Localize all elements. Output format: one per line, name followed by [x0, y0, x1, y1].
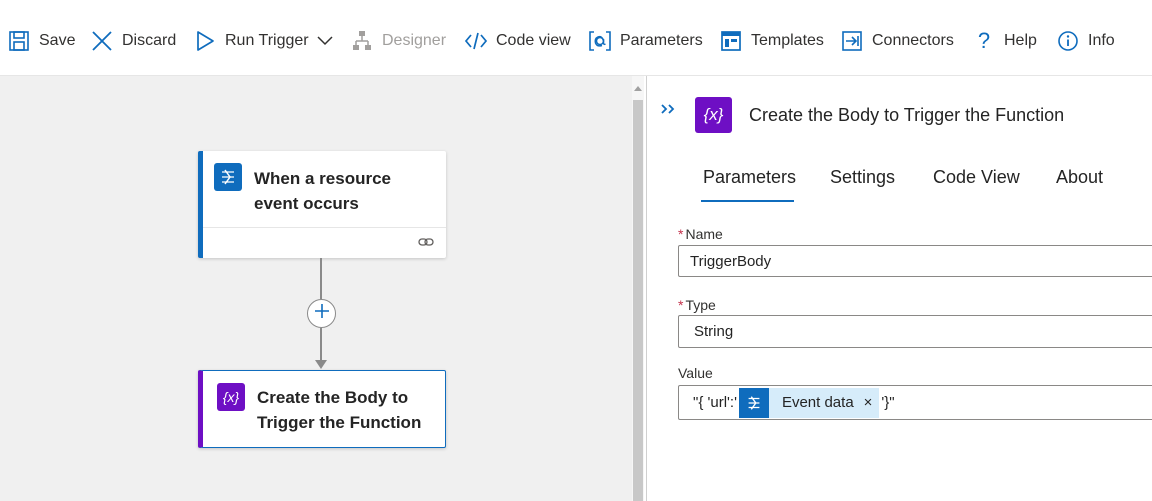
- value-field-label: Value: [678, 365, 713, 381]
- panel-variable-icon: {x}: [695, 97, 732, 133]
- toolbar: Save Discard Run Trigger Designer Code v…: [0, 0, 1152, 76]
- help-button[interactable]: ? Help: [972, 26, 1037, 56]
- link-icon: [418, 235, 434, 253]
- insert-step-button[interactable]: [307, 299, 336, 328]
- templates-label: Templates: [751, 32, 824, 49]
- chevron-down-icon: [317, 36, 333, 46]
- name-field-label: * Name: [678, 226, 723, 242]
- active-tab-indicator: [701, 200, 794, 202]
- panel-title: Create the Body to Trigger the Function: [749, 105, 1065, 125]
- value-field[interactable]: "{ 'url':' Event data × '}": [678, 385, 1152, 420]
- action-card-title-line1: Create the Body to: [257, 388, 409, 407]
- save-icon: [7, 29, 31, 53]
- action-card-title-line2: Trigger the Function: [257, 413, 422, 432]
- type-dropdown[interactable]: String: [678, 315, 1152, 348]
- close-icon: [90, 29, 114, 53]
- templates-button[interactable]: Templates: [719, 26, 824, 56]
- token-label: Event data: [781, 394, 854, 411]
- code-icon: [464, 29, 488, 53]
- parameters-button[interactable]: Parameters: [588, 26, 703, 56]
- save-label: Save: [39, 32, 76, 49]
- designer-label: Designer: [382, 32, 447, 49]
- name-label-text: Name: [685, 226, 723, 242]
- code-view-button[interactable]: Code view: [464, 26, 571, 56]
- variable-icon-glyph: {x}: [222, 389, 240, 405]
- trigger-card[interactable]: When a resource event occurs: [198, 151, 446, 258]
- tab-code-view[interactable]: Code View: [933, 167, 1020, 188]
- discard-button[interactable]: Discard: [90, 26, 176, 56]
- connector-line-top: [320, 258, 322, 299]
- required-marker: *: [678, 297, 684, 313]
- action-card[interactable]: {x} Create the Body to Trigger the Funct…: [198, 370, 446, 448]
- code-view-label: Code view: [496, 32, 571, 49]
- remove-token-button[interactable]: ×: [864, 394, 880, 411]
- name-field[interactable]: TriggerBody: [678, 245, 1152, 277]
- info-button[interactable]: Info: [1056, 26, 1115, 56]
- type-field-label: * Type: [678, 297, 716, 313]
- value-suffix-text: '}": [881, 394, 895, 411]
- name-field-value: TriggerBody: [690, 252, 772, 270]
- trigger-card-title-line1: When a resource: [254, 169, 391, 188]
- play-icon: [193, 29, 217, 53]
- type-label-text: Type: [685, 297, 716, 313]
- trigger-card-footer-divider: [203, 227, 446, 228]
- value-label-text: Value: [678, 365, 713, 381]
- scroll-up-arrow[interactable]: [634, 86, 642, 91]
- variable-icon: {x}: [217, 383, 245, 411]
- event-data-token[interactable]: Event data ×: [738, 387, 880, 418]
- help-icon: ?: [977, 28, 991, 53]
- templates-icon: [719, 29, 743, 53]
- trigger-card-title-line2: event occurs: [254, 194, 359, 213]
- double-chevron-right-icon: [661, 104, 675, 114]
- value-prefix-text: "{ 'url':': [693, 394, 737, 411]
- discard-label: Discard: [122, 32, 177, 49]
- tab-about[interactable]: About: [1056, 167, 1103, 188]
- action-card-title: Create the Body to Trigger the Function: [257, 385, 421, 435]
- designer-button[interactable]: Designer: [350, 26, 446, 56]
- scrollbar-thumb[interactable]: [633, 100, 643, 501]
- help-label: Help: [1004, 32, 1037, 49]
- trigger-card-title: When a resource event occurs: [254, 166, 391, 216]
- plus-icon: [314, 303, 330, 324]
- connector-arrow: [315, 360, 327, 369]
- run-trigger-button[interactable]: Run Trigger: [193, 26, 333, 56]
- tab-parameters[interactable]: Parameters: [703, 167, 796, 188]
- details-panel: [647, 76, 1152, 501]
- connector-line-bottom: [320, 328, 322, 361]
- connectors-icon: [840, 29, 864, 53]
- tab-settings[interactable]: Settings: [830, 167, 895, 188]
- info-label: Info: [1088, 32, 1115, 49]
- connectors-button[interactable]: Connectors: [840, 26, 954, 56]
- event-grid-icon: [738, 387, 769, 418]
- connectors-label: Connectors: [872, 32, 954, 49]
- save-button[interactable]: Save: [7, 26, 75, 56]
- parameters-label: Parameters: [620, 32, 703, 49]
- info-icon: [1056, 29, 1080, 53]
- collapse-panel-button[interactable]: [660, 99, 676, 120]
- event-grid-icon: [214, 163, 242, 191]
- run-trigger-label: Run Trigger: [225, 32, 309, 49]
- type-dropdown-value: String: [694, 323, 734, 340]
- panel-variable-icon-glyph: {x}: [703, 105, 724, 124]
- required-marker: *: [678, 226, 684, 242]
- designer-icon: [350, 29, 374, 53]
- parameters-icon: [588, 29, 612, 53]
